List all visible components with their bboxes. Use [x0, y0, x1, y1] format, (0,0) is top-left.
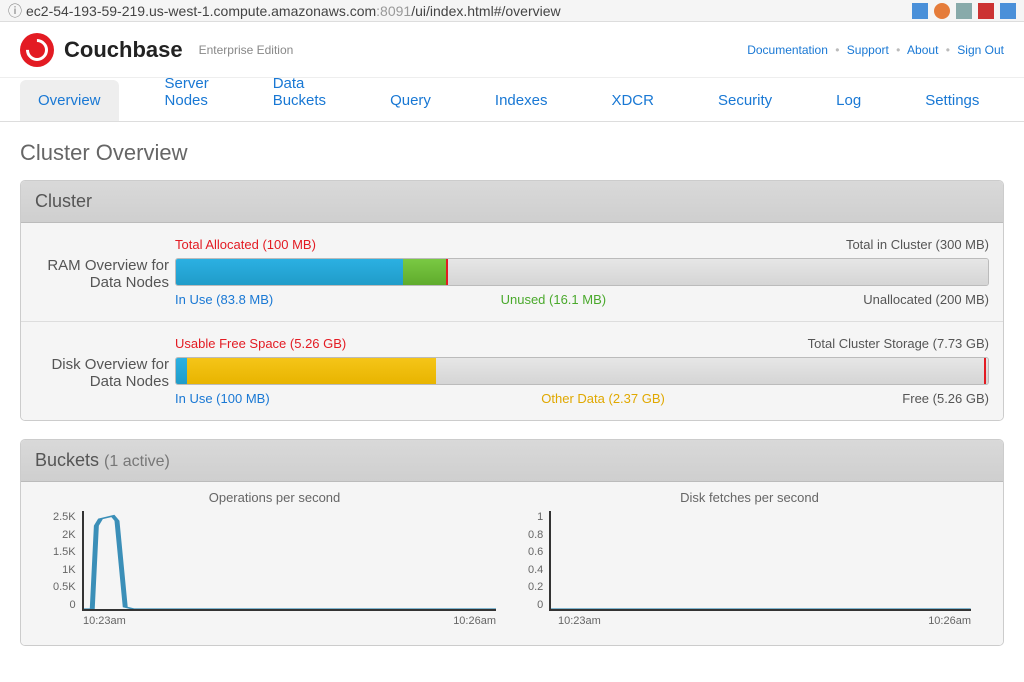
ram-total-cluster: Total in Cluster (300 MB) [846, 237, 989, 252]
ram-inuse-segment [176, 259, 403, 285]
header-links: Documentation • Support • About • Sign O… [747, 43, 1004, 57]
disk-inuse-segment [176, 358, 187, 384]
tab-xdcr[interactable]: XDCR [593, 80, 672, 121]
chart2-title: Disk fetches per second [528, 490, 971, 505]
buckets-title: Buckets [35, 450, 99, 470]
tab-query[interactable]: Query [372, 80, 449, 121]
ram-allocation-marker [446, 258, 448, 286]
ext-icon-5[interactable] [1000, 3, 1016, 19]
disk-marker [984, 357, 986, 385]
info-icon: ⓘ [8, 1, 22, 21]
ram-unused: Unused (16.1 MB) [501, 292, 745, 307]
tab-server-nodes[interactable]: Server Nodes [147, 63, 227, 121]
browser-url-bar[interactable]: ⓘ ec2-54-193-59-219.us-west-1.compute.am… [0, 0, 1024, 22]
chart1-title: Operations per second [53, 490, 496, 505]
brand-name: Couchbase [64, 37, 183, 63]
disk-usable-free: Usable Free Space (5.26 GB) [175, 336, 346, 351]
disk-overview-row: Disk Overview for Data Nodes Usable Free… [21, 322, 1003, 420]
url-path: /ui/index.html#/overview [411, 3, 560, 19]
link-about[interactable]: About [907, 43, 938, 57]
cluster-panel-title: Cluster [21, 181, 1003, 223]
ext-icon-2[interactable] [934, 3, 950, 19]
ram-in-use: In Use (83.8 MB) [175, 292, 501, 307]
chart1-xaxis: 10:23am 10:26am [53, 615, 496, 627]
ram-overview-row: RAM Overview for Data Nodes Total Alloca… [21, 223, 1003, 322]
tab-overview[interactable]: Overview [20, 80, 119, 121]
ext-icon-1[interactable] [912, 3, 928, 19]
disk-total-storage: Total Cluster Storage (7.73 GB) [808, 336, 989, 351]
ram-bar [175, 258, 989, 286]
tab-settings[interactable]: Settings [907, 80, 997, 121]
buckets-panel: Buckets (1 active) Operations per second… [20, 439, 1004, 646]
chart2-plot [549, 511, 971, 611]
chart-disk-fetches: Disk fetches per second 1 0.8 0.6 0.4 0.… [528, 490, 971, 627]
ram-label: RAM Overview for Data Nodes [35, 237, 175, 307]
tab-data-buckets[interactable]: Data Buckets [255, 63, 344, 121]
tab-indexes[interactable]: Indexes [477, 80, 566, 121]
url-port: :8091 [376, 3, 411, 19]
disk-other-segment [187, 358, 436, 384]
chart-ops-per-second: Operations per second 2.5K 2K 1.5K 1K 0.… [53, 490, 496, 627]
url-host: ec2-54-193-59-219.us-west-1.compute.amaz… [26, 3, 376, 19]
disk-free: Free (5.26 GB) [785, 391, 989, 406]
ram-unused-segment [403, 259, 447, 285]
disk-label: Disk Overview for Data Nodes [35, 336, 175, 406]
logo-area: Couchbase Enterprise Edition [20, 33, 293, 67]
couchbase-logo-icon [20, 33, 54, 67]
ram-total-allocated: Total Allocated (100 MB) [175, 237, 316, 252]
extensions-area [912, 3, 1016, 19]
brand-edition: Enterprise Edition [199, 43, 294, 57]
ext-icon-4[interactable] [978, 3, 994, 19]
cluster-panel: Cluster RAM Overview for Data Nodes Tota… [20, 180, 1004, 421]
disk-in-use: In Use (100 MB) [175, 391, 541, 406]
chart1-plot [82, 511, 496, 611]
ram-unallocated-segment [446, 259, 988, 285]
ram-unallocated: Unallocated (200 MB) [745, 292, 989, 307]
disk-free-segment [436, 358, 988, 384]
disk-other: Other Data (2.37 GB) [541, 391, 785, 406]
disk-bar [175, 357, 989, 385]
buckets-panel-head: Buckets (1 active) [21, 440, 1003, 482]
chart2-xaxis: 10:23am 10:26am [528, 615, 971, 627]
buckets-subtitle: (1 active) [104, 453, 170, 470]
link-documentation[interactable]: Documentation [747, 43, 828, 57]
link-signout[interactable]: Sign Out [957, 43, 1004, 57]
link-support[interactable]: Support [847, 43, 889, 57]
tab-log[interactable]: Log [818, 80, 879, 121]
ext-icon-3[interactable] [956, 3, 972, 19]
main-nav: Overview Server Nodes Data Buckets Query… [0, 78, 1024, 122]
tab-security[interactable]: Security [700, 80, 790, 121]
page-title: Cluster Overview [20, 140, 1004, 166]
chart2-yaxis: 1 0.8 0.6 0.4 0.2 0 [528, 511, 549, 611]
chart1-yaxis: 2.5K 2K 1.5K 1K 0.5K 0 [53, 511, 82, 611]
